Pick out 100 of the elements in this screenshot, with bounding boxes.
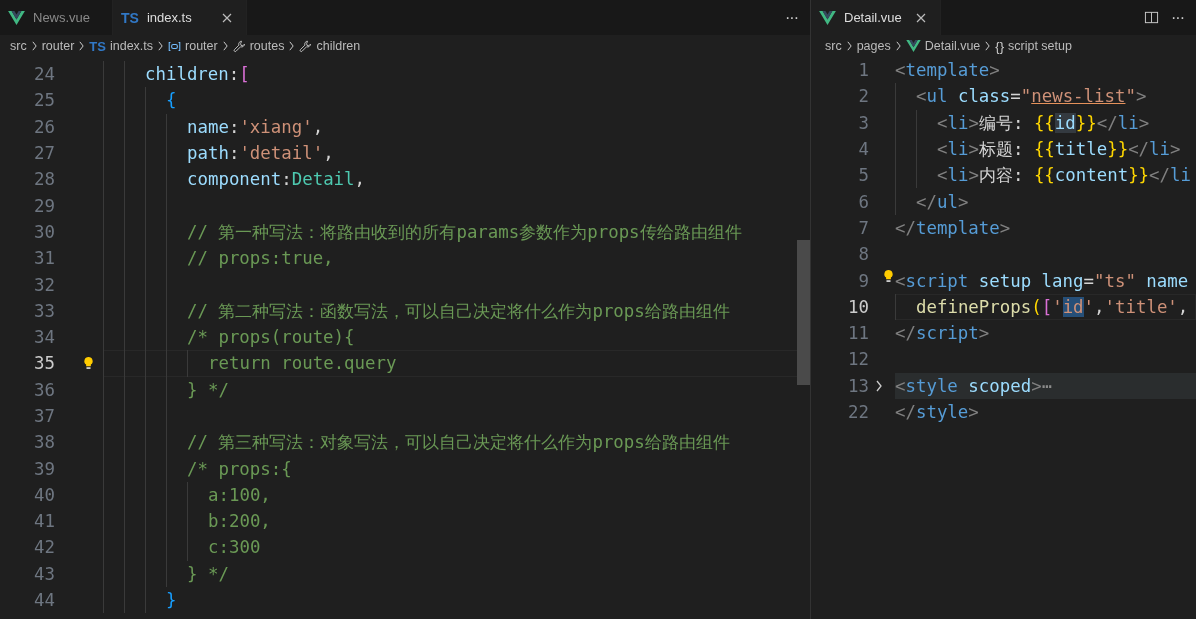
- line-number: 24: [33, 64, 55, 85]
- code-line: return route.query: [208, 353, 397, 374]
- line-number: 4: [857, 139, 869, 160]
- more-actions-button[interactable]: ···: [773, 2, 810, 33]
- line-number: 33: [33, 300, 55, 321]
- chevron-icon: [221, 41, 229, 51]
- breadcrumb-item[interactable]: routes: [232, 39, 285, 53]
- line-number: 25: [33, 90, 55, 111]
- breadcrumb-item[interactable]: pages: [856, 39, 891, 53]
- more-actions-button[interactable]: ···: [1159, 2, 1196, 33]
- fold-chevron-icon[interactable]: [875, 379, 883, 392]
- line-number: 32: [33, 274, 55, 295]
- code-line: component:Detail,: [187, 169, 366, 190]
- code-line: <template>: [895, 60, 1000, 81]
- editor-tab[interactable]: Detail.vue: [811, 0, 941, 35]
- line-number: 38: [33, 432, 55, 453]
- code-line: defineProps(['id','title',: [916, 296, 1189, 317]
- line-number: 30: [33, 221, 55, 242]
- chevron-icon: [78, 41, 86, 51]
- breadcrumb-item[interactable]: children: [299, 39, 361, 53]
- line-number: 29: [33, 195, 55, 216]
- code-line: path:'detail',: [187, 143, 334, 164]
- code-line: <ul class="news-list">: [916, 86, 1147, 107]
- code-line: {: [166, 90, 177, 111]
- chevron-icon: [894, 41, 902, 51]
- code-line: // 第一种写法：将路由收到的所有params参数作为props传给路由组件: [187, 220, 742, 244]
- breadcrumb-item[interactable]: router: [41, 39, 75, 53]
- wrench-icon: [299, 39, 313, 53]
- line-number: 43: [33, 563, 55, 584]
- breadcrumb-item[interactable]: {} script setup: [995, 38, 1072, 54]
- code-line: </ul>: [916, 191, 969, 212]
- breadcrumb-item[interactable]: TS index.ts: [89, 38, 154, 54]
- line-number: 28: [33, 169, 55, 190]
- variable-icon: [168, 39, 182, 53]
- line-number: 8: [857, 244, 869, 265]
- line-number: 40: [33, 484, 55, 505]
- breadcrumb-item[interactable]: src: [10, 39, 27, 53]
- line-number: 36: [33, 379, 55, 400]
- code-line: children:[: [145, 64, 250, 85]
- close-icon[interactable]: [915, 12, 926, 23]
- code-line: </style>: [895, 402, 979, 422]
- code-line: // 第三种写法：对象写法，可以自己决定将什么作为props给路由组件: [187, 431, 730, 455]
- code-line: // props:true,: [187, 248, 334, 269]
- code-line: b:200,: [208, 511, 271, 532]
- line-number: 35: [33, 353, 55, 374]
- line-number: 5: [857, 165, 869, 186]
- code-line: <script setup lang="ts" name: [895, 270, 1189, 291]
- code-line: a:100,: [208, 484, 271, 505]
- code-line: } */: [187, 563, 229, 584]
- chevron-icon: [30, 41, 38, 51]
- line-number: 22: [847, 402, 869, 422]
- line-number: 6: [857, 191, 869, 212]
- code-line: } */: [187, 379, 229, 400]
- vue-logo-icon: [905, 40, 921, 52]
- code-line: <li>编号: {{id}}</li>: [937, 111, 1150, 135]
- line-number: 11: [847, 323, 869, 344]
- chevron-icon: [984, 41, 992, 51]
- line-number: 26: [33, 116, 55, 137]
- breadcrumb-item[interactable]: router: [168, 39, 218, 53]
- code-line: /* props(route){: [187, 327, 355, 348]
- line-number: 37: [33, 406, 55, 426]
- line-number: 12: [847, 349, 869, 370]
- line-number: 31: [33, 248, 55, 269]
- line-number: 42: [33, 537, 55, 558]
- scrollbar-thumb[interactable]: [797, 240, 810, 385]
- line-number: 3: [857, 112, 869, 133]
- code-line: /* props:{: [187, 458, 292, 479]
- close-icon[interactable]: [221, 12, 232, 23]
- code-line: <li>内容: {{content}}</li: [937, 164, 1191, 188]
- chevron-icon: [157, 41, 165, 51]
- line-number: 7: [857, 217, 869, 238]
- chevron-icon: [845, 41, 853, 51]
- editor-tab[interactable]: TS index.ts: [113, 0, 247, 35]
- line-number: 44: [33, 590, 55, 611]
- breadcrumb-item[interactable]: Detail.vue: [905, 39, 981, 53]
- breadcrumb-item[interactable]: src: [825, 39, 842, 53]
- vue-logo-icon: [819, 10, 836, 25]
- code-line: // 第二种写法：函数写法，可以自己决定将什么作为props给路由组件: [187, 299, 730, 323]
- code-line: }: [166, 590, 177, 611]
- code-line: <style scoped>⋯: [895, 375, 1053, 396]
- code-line: </template>: [895, 217, 1011, 238]
- code-line: name:'xiang',: [187, 116, 324, 137]
- vue-logo-icon: [8, 10, 25, 25]
- code-line: c:300: [208, 537, 261, 558]
- code-line: </script>: [895, 323, 990, 344]
- lightbulb-icon[interactable]: [83, 355, 94, 371]
- line-number: 27: [33, 143, 55, 164]
- line-number: 39: [33, 458, 55, 479]
- line-number: 10: [847, 296, 869, 317]
- line-number: 34: [33, 327, 55, 348]
- line-number: 41: [33, 511, 55, 532]
- split-editor-icon[interactable]: [1144, 10, 1159, 25]
- code-line: <li>标题: {{title}}</li>: [937, 138, 1181, 162]
- wrench-icon: [232, 39, 246, 53]
- line-number: 9: [857, 270, 869, 291]
- lightbulb-icon[interactable]: [883, 269, 894, 285]
- line-number: 13: [847, 375, 869, 396]
- line-number: 1: [857, 60, 869, 81]
- chevron-icon: [288, 41, 296, 51]
- line-number: 2: [857, 86, 869, 107]
